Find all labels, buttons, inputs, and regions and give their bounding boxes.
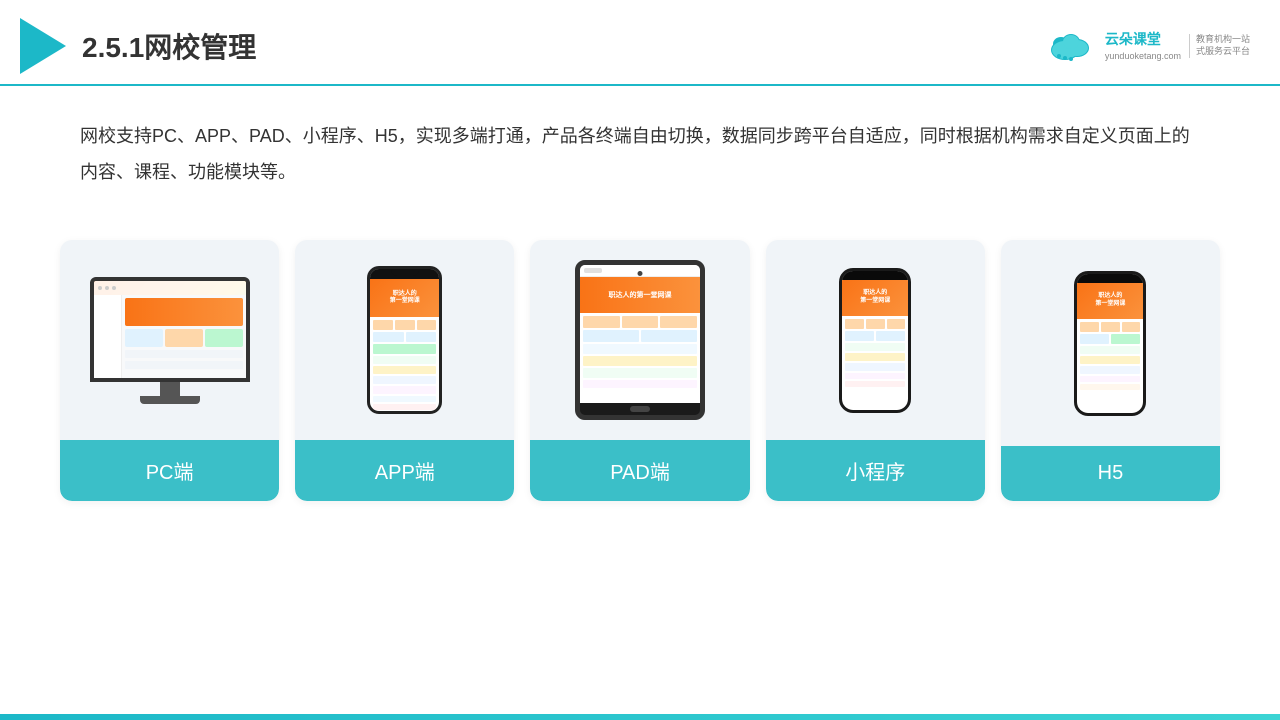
card-mini-image: 职达人的第一堂网课: [766, 240, 985, 440]
description-paragraph: 网校支持PC、APP、PAD、小程序、H5，实现多端打通，产品各终端自由切换，数…: [80, 118, 1200, 190]
card-mini: 职达人的第一堂网课: [766, 240, 985, 501]
brand-name: 云朵课堂: [1105, 30, 1181, 50]
card-pad-label: PAD端: [530, 440, 749, 501]
card-pc-label: PC端: [60, 440, 279, 501]
card-h5-image: 职达人的第一堂网课: [1001, 240, 1220, 446]
phone-mockup-h5: 职达人的第一堂网课: [1074, 271, 1146, 416]
brand-slogan-line1: 教育机构一站: [1196, 34, 1250, 44]
monitor-mockup: [90, 277, 250, 404]
card-app: 职达人的第一堂网课: [295, 240, 514, 501]
page-title: 2.5.1网校管理: [82, 26, 256, 66]
header-right: 云朵课堂 yunduoketang.com 教育机构一站 式服务云平台: [1045, 26, 1250, 67]
card-h5: 职达人的第一堂网课: [1001, 240, 1220, 501]
logo-triangle-icon: [20, 18, 66, 74]
page-header: 2.5.1网校管理 云朵课堂: [0, 0, 1280, 86]
card-h5-label: H5: [1001, 446, 1220, 501]
header-left: 2.5.1网校管理: [20, 18, 256, 74]
tablet-mockup: 职达人的第一堂网课: [575, 260, 705, 420]
card-app-label: APP端: [295, 440, 514, 501]
cloud-icon: [1045, 26, 1097, 67]
card-pc-image: [60, 240, 279, 440]
brand-text: 云朵课堂 yunduoketang.com: [1105, 30, 1181, 62]
brand-logo: 云朵课堂 yunduoketang.com 教育机构一站 式服务云平台: [1045, 26, 1250, 67]
description-text: 网校支持PC、APP、PAD、小程序、H5，实现多端打通，产品各终端自由切换，数…: [0, 86, 1280, 200]
phone-mockup-mini: 职达人的第一堂网课: [839, 268, 911, 413]
bottom-decoration: [0, 714, 1280, 720]
card-mini-label: 小程序: [766, 440, 985, 501]
card-pad: 职达人的第一堂网课: [530, 240, 749, 501]
platform-cards: PC端 职达人的第一堂网课: [0, 210, 1280, 531]
card-pc: PC端: [60, 240, 279, 501]
phone-mockup-app: 职达人的第一堂网课: [367, 266, 442, 414]
card-app-image: 职达人的第一堂网课: [295, 240, 514, 440]
brand-url: yunduoketang.com: [1105, 50, 1181, 63]
brand-slogan: 教育机构一站 式服务云平台: [1189, 34, 1250, 57]
brand-slogan-line2: 式服务云平台: [1196, 46, 1250, 56]
card-pad-image: 职达人的第一堂网课: [530, 240, 749, 440]
